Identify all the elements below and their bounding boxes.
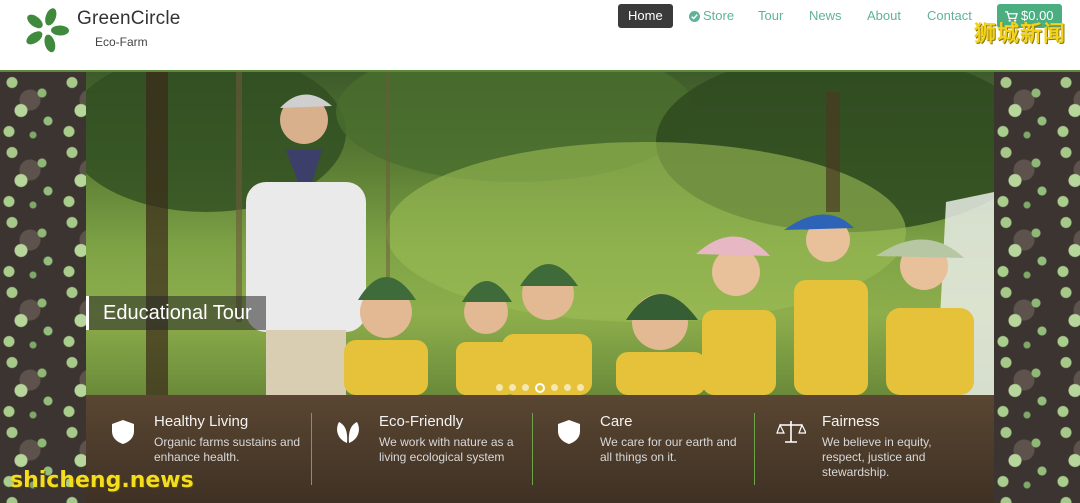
balance-scale-icon (776, 421, 806, 443)
feature-divider (754, 413, 755, 485)
feature-divider (311, 413, 312, 485)
nav-contact[interactable]: Contact (927, 4, 972, 28)
feature-title: Eco-Friendly (379, 413, 464, 430)
brand-subtitle: Eco-Farm (95, 35, 148, 49)
feature-desc: Organic farms sustains and enhance healt… (154, 435, 301, 464)
feature-fairness: Fairness We believe in equity, respect, … (754, 395, 976, 503)
leaf-icon (337, 422, 359, 443)
nav-store[interactable]: Store (689, 4, 734, 28)
watermark-top-right: 狮城新闻 (973, 22, 1066, 47)
logo-icon[interactable] (22, 6, 70, 54)
background-texture-left (0, 72, 86, 503)
brand-name[interactable]: GreenCircle (77, 8, 181, 30)
slide-caption: Educational Tour (86, 296, 266, 330)
feature-eco-friendly: Eco-Friendly We work with nature as a li… (311, 395, 533, 503)
feature-divider (532, 413, 533, 485)
nav-home-label: Home (628, 8, 663, 23)
slider-pagination (496, 379, 590, 393)
feature-desc: We work with nature as a living ecologic… (379, 435, 514, 464)
nav-tour[interactable]: Tour (758, 4, 783, 28)
shield-icon (112, 420, 134, 444)
watermark-bottom-left: shicheng.news (10, 468, 194, 493)
nav-contact-label: Contact (927, 8, 972, 23)
check-circle-icon (689, 11, 700, 23)
nav-tour-label: Tour (758, 8, 784, 23)
nav-store-label: Store (703, 8, 735, 23)
nav-home[interactable]: Home (618, 4, 673, 28)
feature-desc: We care for our earth and all things on … (600, 435, 737, 464)
feature-title: Care (600, 413, 633, 430)
nav-about[interactable]: About (867, 4, 901, 28)
site-header: GreenCircle Eco-Farm Home Store Tour New… (0, 0, 1080, 72)
features-bar: Healthy Living Organic farms sustains an… (86, 395, 994, 503)
hero-image (86, 72, 994, 395)
feature-care: Care We care for our earth and all thing… (532, 395, 754, 503)
feature-title: Healthy Living (154, 413, 249, 430)
slider-dot[interactable] (535, 382, 545, 393)
hero-slider[interactable]: Educational Tour (86, 72, 994, 395)
nav-news-label: News (809, 8, 842, 23)
nav-news[interactable]: News (809, 4, 842, 28)
shield-icon (558, 420, 580, 444)
feature-title: Fairness (822, 413, 880, 430)
feature-desc: We believe in equity, respect, justice a… (822, 435, 932, 479)
background-texture-right (994, 72, 1080, 503)
nav-about-label: About (867, 8, 901, 23)
